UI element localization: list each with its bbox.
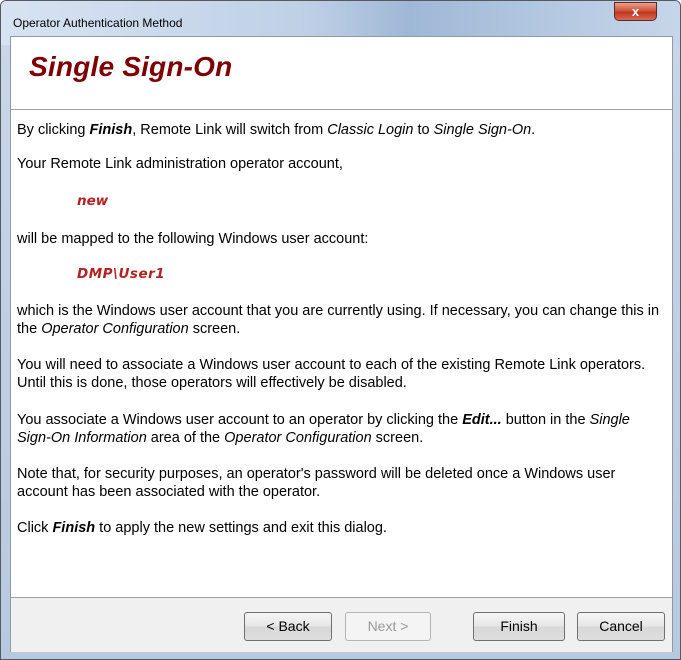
page-title: Single Sign-On (29, 51, 233, 82)
text-span: Click (17, 520, 53, 536)
finish-emphasis: Finish (52, 520, 96, 536)
associate-paragraph: You will need to associate a Windows use… (17, 357, 646, 391)
dialog-window: Operator Authentication Method x Single … (0, 0, 681, 660)
text-span: . (531, 122, 536, 138)
text-span: , Remote Link will switch from (132, 122, 328, 138)
text-span: to apply the new settings and exit this … (95, 520, 387, 536)
edit-emphasis: Edit... (462, 412, 502, 428)
finish-button[interactable]: Finish (473, 612, 565, 641)
finish-emphasis: Finish (89, 122, 133, 138)
operator-configuration-emphasis: Operator Configuration (224, 430, 372, 446)
text-span: screen. (188, 321, 241, 337)
text-span: area of the (146, 430, 225, 446)
close-icon: x (631, 4, 640, 19)
windows-account-name: DMP\User1 (77, 266, 166, 282)
cancel-button[interactable]: Cancel (577, 612, 665, 641)
next-button[interactable]: Next > (345, 612, 431, 641)
finish-instructions-paragraph: Click Finish to apply the new settings a… (17, 519, 387, 537)
close-button[interactable]: x (614, 2, 657, 21)
classic-login-emphasis: Classic Login (327, 122, 414, 138)
operator-configuration-emphasis: Operator Configuration (41, 321, 189, 337)
current-user-paragraph: which is the Windows user account that y… (17, 302, 667, 338)
operator-account-paragraph: Your Remote Link administration operator… (17, 156, 343, 172)
button-bar: < Back Next > Finish Cancel (11, 597, 672, 652)
text-span: to (413, 122, 434, 138)
operator-account-name: new (77, 193, 109, 209)
dialog-body: Single Sign-On By clicking Finish, Remot… (10, 36, 673, 652)
intro-paragraph: By clicking Finish, Remote Link will swi… (17, 121, 535, 139)
edit-instructions-paragraph: You associate a Windows user account to … (17, 411, 667, 447)
text-span: By clicking (17, 122, 90, 138)
text-span: button in the (501, 412, 590, 428)
text-span: screen. (371, 430, 424, 446)
text-span: You associate a Windows user account to … (17, 412, 463, 428)
back-button[interactable]: < Back (244, 612, 332, 641)
single-sign-on-emphasis: Single Sign-On (433, 122, 532, 138)
header-banner: Single Sign-On (11, 37, 672, 110)
security-note-paragraph: Note that, for security purposes, an ope… (17, 466, 616, 500)
mapping-paragraph: will be mapped to the following Windows … (17, 231, 369, 247)
window-title: Operator Authentication Method (13, 16, 183, 30)
